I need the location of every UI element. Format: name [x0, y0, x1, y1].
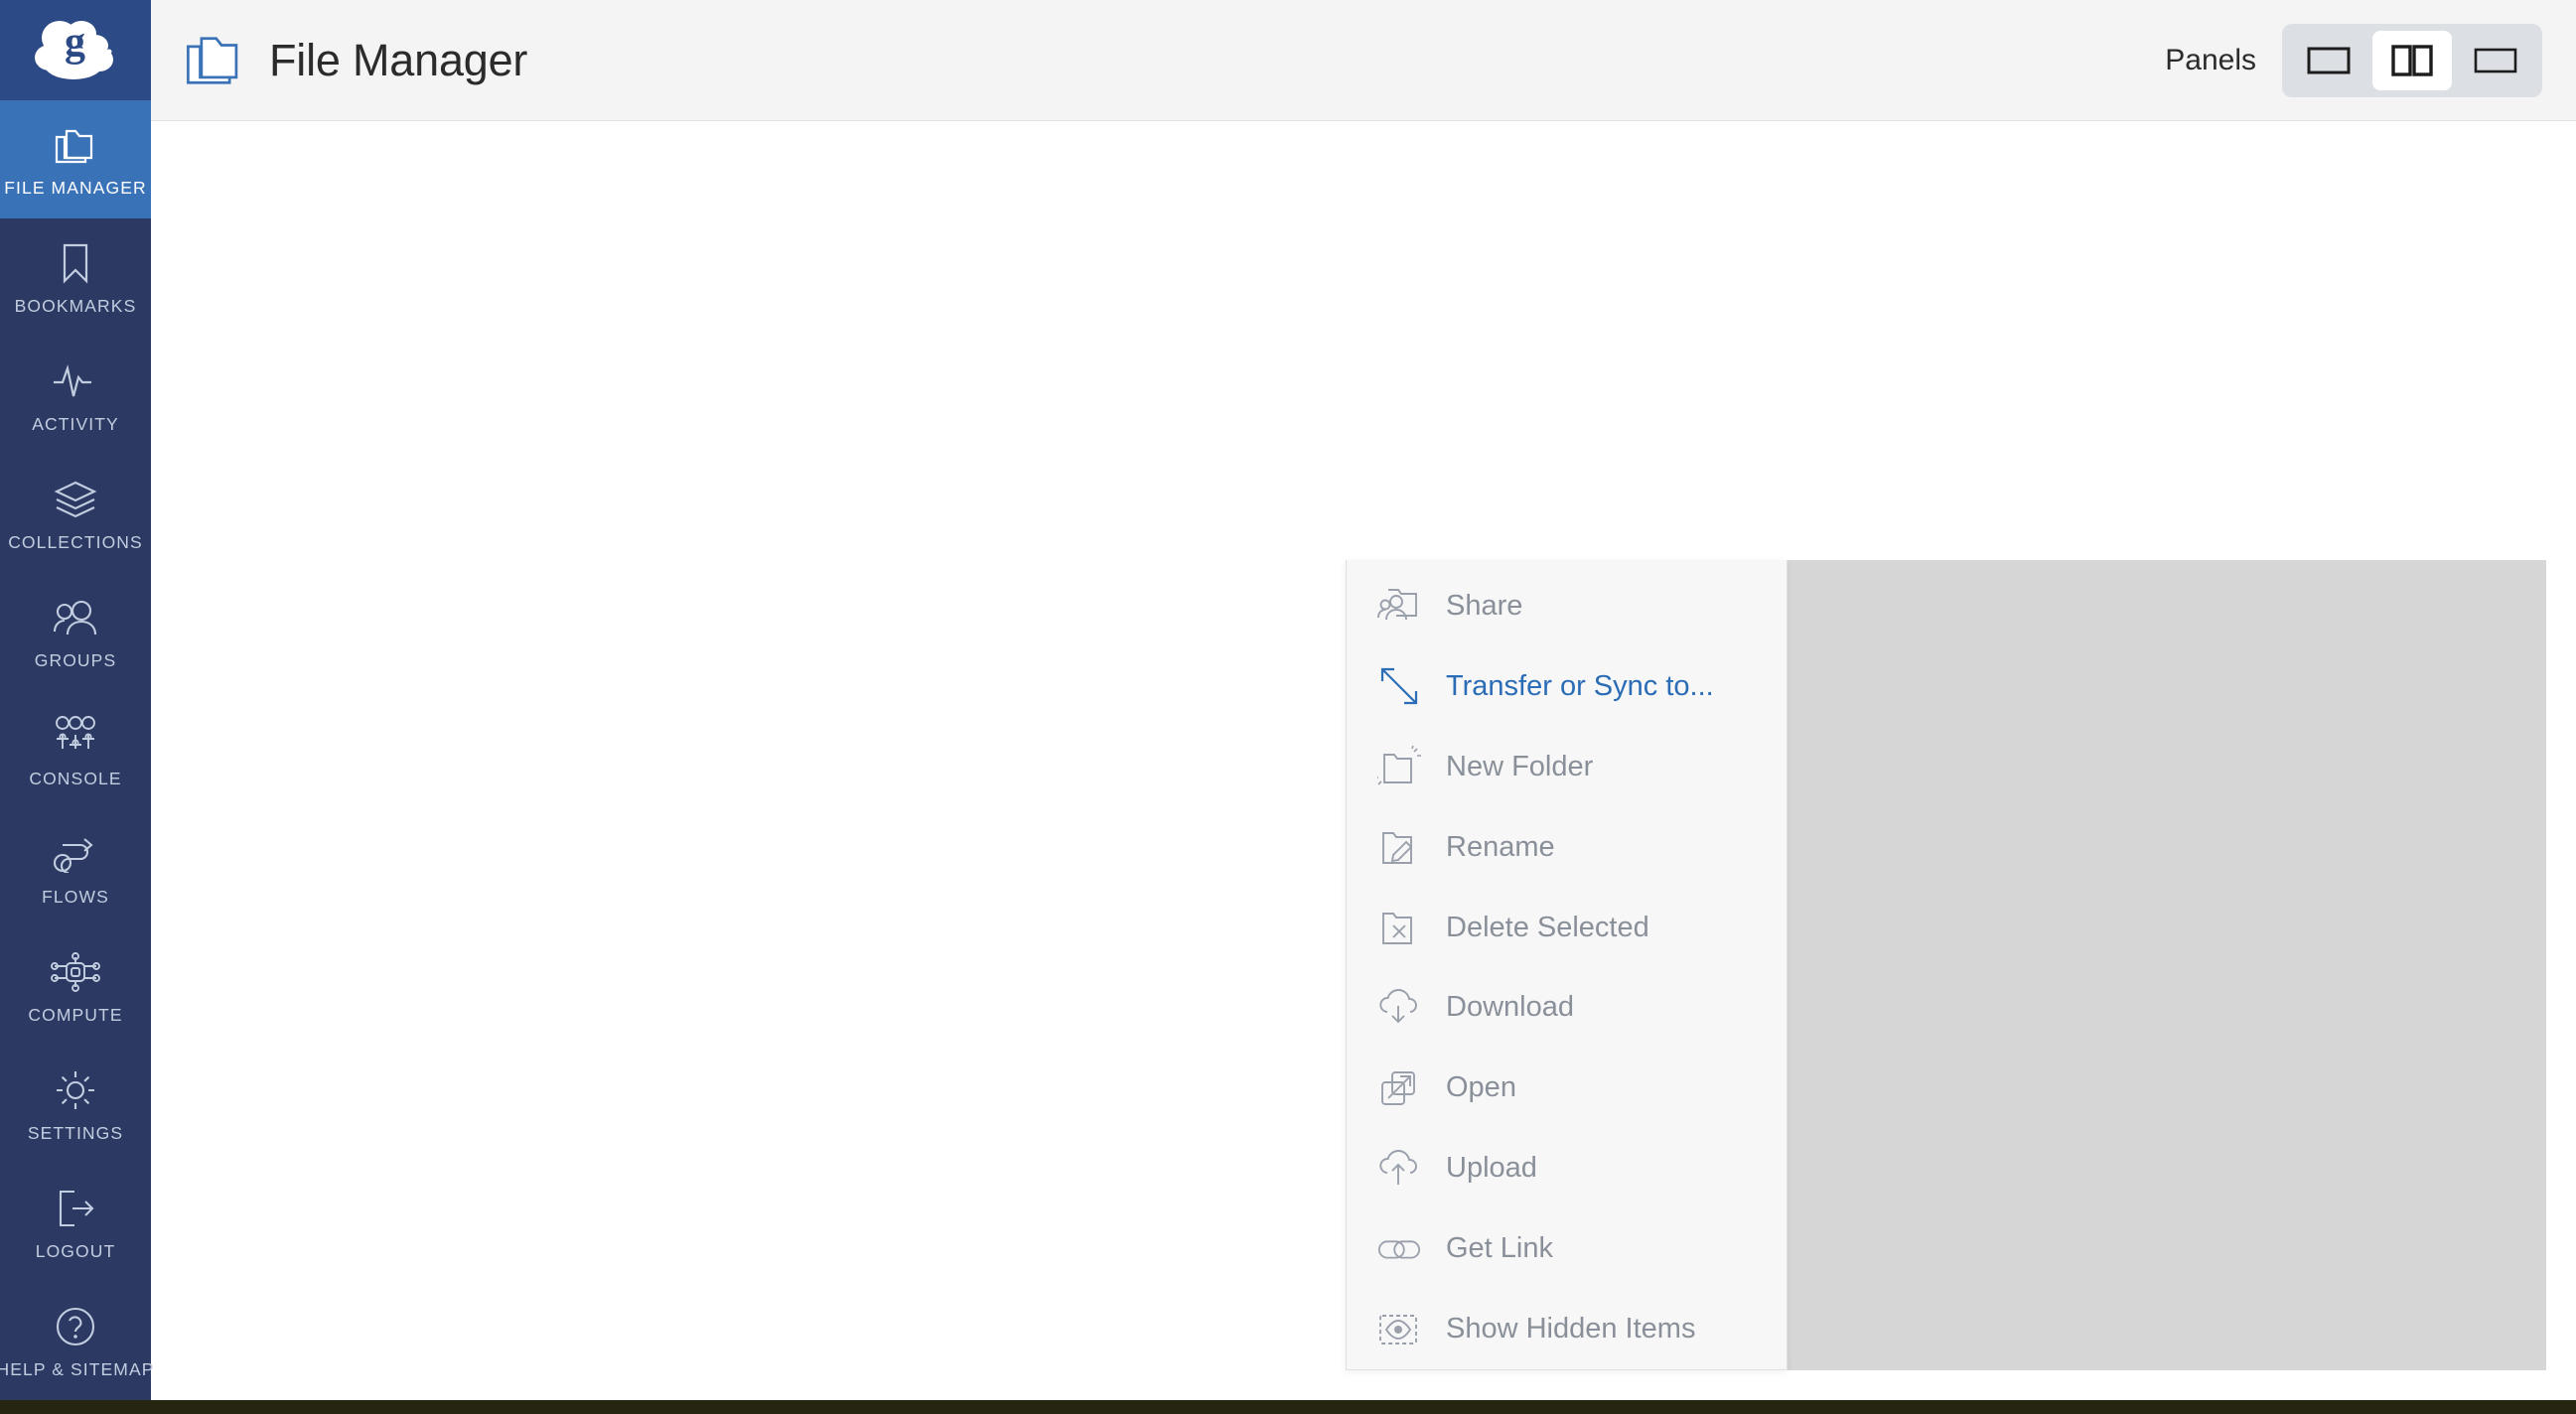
menu-item-label: Show Hidden Items [1446, 1313, 1696, 1345]
activity-pulse-icon [50, 357, 101, 405]
menu-item-delete-selected[interactable]: Delete Selected [1347, 888, 1787, 968]
two-panel-icon [2390, 44, 2434, 76]
menu-item-rename[interactable]: Rename [1347, 807, 1787, 888]
file-manager-app: g FILE MANAGER BOOKMARKS ACTIVITY COLLEC… [0, 0, 2576, 1414]
svg-text:g: g [65, 20, 85, 66]
sidebar-label: SETTINGS [27, 1122, 124, 1143]
menu-item-label: Get Link [1446, 1232, 1553, 1265]
flow-arrow-icon [50, 830, 101, 878]
sliders-icon [50, 712, 101, 760]
menu-item-download[interactable]: Download [1347, 968, 1787, 1049]
gear-icon [50, 1066, 101, 1114]
sidebar-label: CONSOLE [29, 768, 122, 788]
single-panel-icon [2307, 45, 2351, 76]
menu-item-upload[interactable]: Upload [1347, 1128, 1787, 1208]
sidebar-item-groups[interactable]: GROUPS [0, 573, 151, 691]
panels-label: Panels [2165, 43, 2256, 76]
sidebar-label: LOGOUT [35, 1240, 116, 1261]
sidebar-item-file-manager[interactable]: FILE MANAGER [0, 100, 151, 218]
app-header: File Manager Panels [151, 0, 2576, 121]
open-external-icon [1376, 1065, 1422, 1111]
people-icon [50, 594, 101, 641]
sidebar-label: GROUPS [34, 649, 117, 670]
panels-control: Panels [2165, 23, 2542, 97]
delete-folder-icon [1376, 905, 1422, 950]
menu-item-transfer-or-sync-to[interactable]: Transfer or Sync to... [1347, 646, 1787, 727]
globus-cloud-logo: g [35, 20, 113, 79]
menu-item-new-folder[interactable]: New Folder [1347, 727, 1787, 807]
rename-folder-icon [1376, 824, 1422, 870]
sidebar-label: BOOKMARKS [14, 295, 137, 316]
eye-dashed-icon [1376, 1307, 1422, 1352]
wide-panel-button[interactable] [2456, 31, 2535, 90]
panel-actions-menu: Share Transfer or Sync to... New Folder … [1346, 560, 1788, 1370]
sidebar-item-activity[interactable]: ACTIVITY [0, 337, 151, 455]
sidebar-item-compute[interactable]: COMPUTE [0, 927, 151, 1046]
menu-item-label: Download [1446, 991, 1574, 1024]
bookmark-icon [50, 239, 101, 287]
sidebar-label: COLLECTIONS [8, 531, 143, 552]
sidebar-label: HELP & SITEMAP [0, 1358, 155, 1379]
sidebar-item-console[interactable]: CONSOLE [0, 691, 151, 809]
diagonal-arrows-icon [1376, 663, 1422, 709]
sidebar-item-help-sitemap[interactable]: HELP & SITEMAP [0, 1282, 153, 1400]
sidebar-item-bookmarks[interactable]: BOOKMARKS [0, 218, 151, 337]
sidebar-label: COMPUTE [28, 1004, 123, 1025]
menu-item-get-link[interactable]: Get Link [1347, 1208, 1787, 1289]
menu-item-label: Upload [1446, 1152, 1537, 1185]
sidebar-item-collections[interactable]: COLLECTIONS [0, 455, 151, 573]
share-folder-icon [1376, 583, 1422, 629]
desktop-background-strip [0, 1400, 2576, 1414]
chip-network-icon [50, 948, 101, 996]
single-panel-button[interactable] [2289, 31, 2368, 90]
menu-item-label: Share [1446, 589, 1523, 622]
menu-item-label: Delete Selected [1446, 911, 1649, 943]
main-sidebar: g FILE MANAGER BOOKMARKS ACTIVITY COLLEC… [0, 0, 153, 1400]
folders-icon [50, 121, 101, 169]
sidebar-item-settings[interactable]: SETTINGS [0, 1046, 151, 1164]
question-circle-icon [50, 1303, 101, 1350]
wide-panel-icon [2474, 45, 2517, 76]
menu-item-label: Rename [1446, 830, 1555, 863]
sidebar-item-logout[interactable]: LOGOUT [0, 1164, 151, 1282]
sidebar-label: FILE MANAGER [4, 177, 147, 198]
globus-logo[interactable]: g [0, 0, 151, 100]
menu-item-label: Transfer or Sync to... [1446, 669, 1714, 702]
sidebar-item-flows[interactable]: FLOWS [0, 809, 151, 927]
link-icon [1376, 1226, 1422, 1272]
logout-arrow-icon [50, 1185, 101, 1232]
menu-item-share[interactable]: Share [1347, 566, 1787, 646]
panels-button-group [2282, 23, 2542, 97]
sidebar-label: ACTIVITY [32, 413, 119, 434]
menu-item-open[interactable]: Open [1347, 1048, 1787, 1128]
folders-icon [183, 30, 244, 91]
menu-item-show-hidden-items[interactable]: Show Hidden Items [1347, 1289, 1787, 1369]
cloud-download-icon [1376, 985, 1422, 1031]
new-folder-icon [1376, 744, 1422, 789]
layers-icon [50, 476, 101, 523]
menu-item-label: Open [1446, 1071, 1516, 1104]
menu-item-label: New Folder [1446, 750, 1594, 782]
two-panel-button[interactable] [2372, 30, 2452, 90]
page-title: File Manager [269, 34, 528, 85]
sidebar-label: FLOWS [42, 886, 109, 907]
cloud-upload-icon [1376, 1146, 1422, 1192]
